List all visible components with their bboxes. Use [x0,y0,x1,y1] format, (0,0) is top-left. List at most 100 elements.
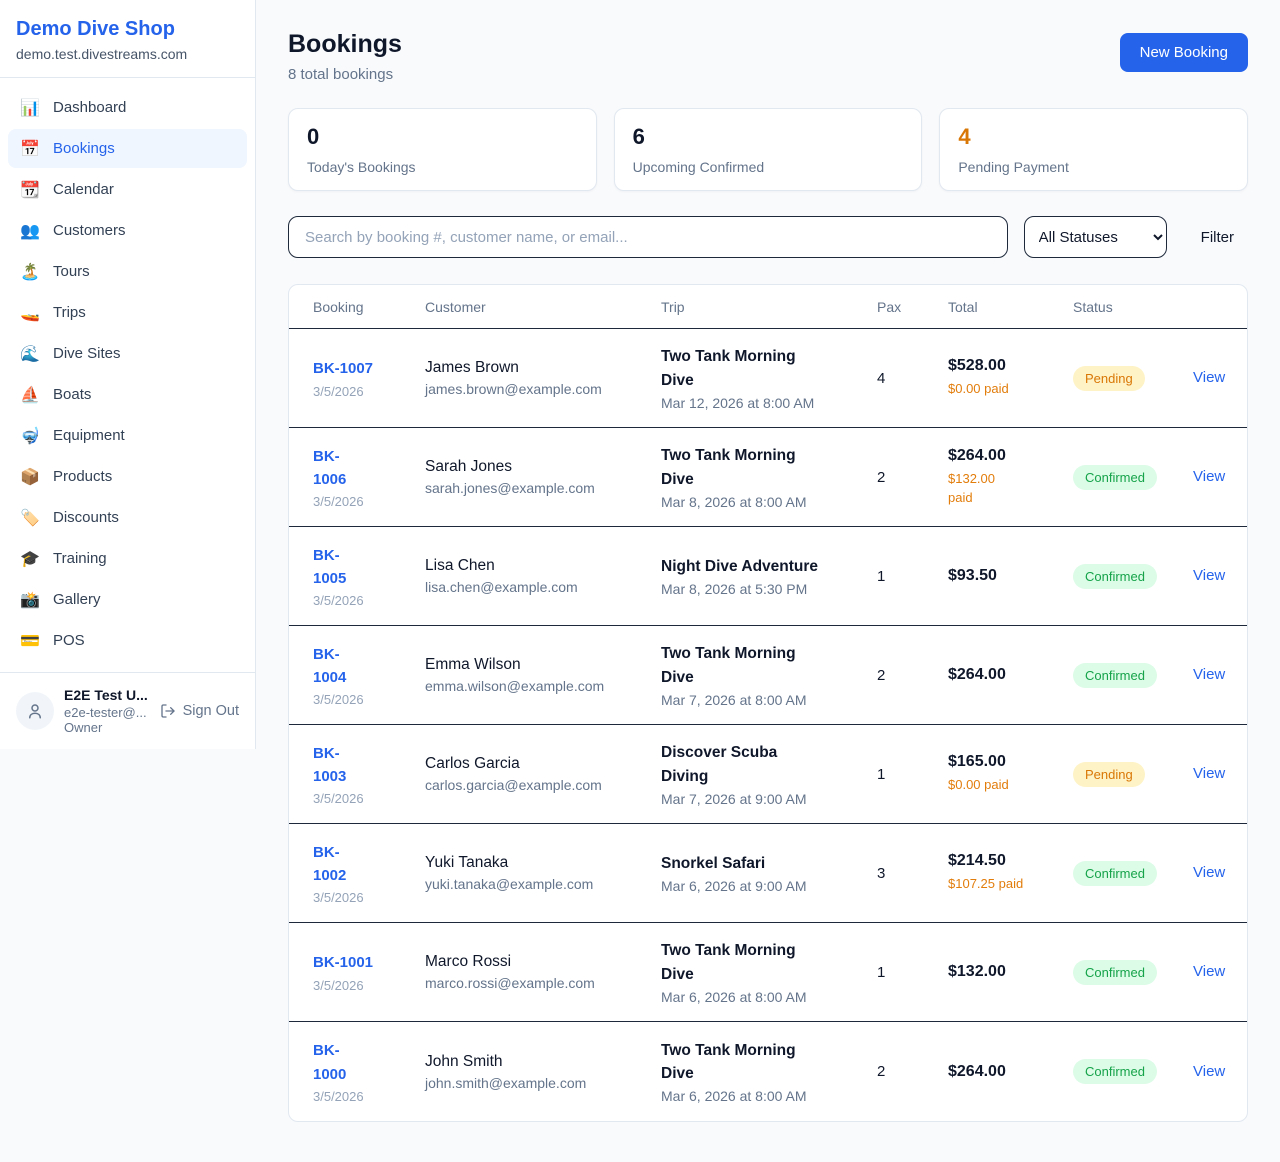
view-link[interactable]: View [1193,666,1225,683]
customer-email: sarah.jones@example.com [425,480,649,496]
nav-item-label: Training [53,550,107,567]
pax-count: 1 [877,568,948,585]
nav-item-label: Bookings [53,140,115,157]
booking-date: 3/5/2026 [313,1089,413,1104]
trip-cell: Two Tank Morning Dive Mar 8, 2026 at 8:0… [661,444,877,510]
sidebar-item-gallery[interactable]: 📸 Gallery [8,580,247,619]
total-amount: $214.50 [948,852,1061,870]
customer-email: yuki.tanaka@example.com [425,876,649,892]
total-cell: $528.00 $0.00 paid [948,357,1073,399]
person-icon [26,702,44,720]
booking-cell: BK-1007 3/5/2026 [313,357,425,398]
sidebar-item-dive-sites[interactable]: 🌊 Dive Sites [8,334,247,373]
view-cell: View [1193,765,1235,783]
booking-date: 3/5/2026 [313,494,413,509]
new-booking-button[interactable]: New Booking [1120,33,1248,72]
booking-id-link[interactable]: BK-1002 [313,841,359,888]
camera-icon: 📸 [20,590,40,609]
view-cell: View [1193,963,1235,981]
pax-count: 1 [877,766,948,783]
total-cell: $93.50 [948,567,1073,585]
page-subtitle: 8 total bookings [288,66,402,83]
sign-out-icon [160,703,176,719]
booking-id-link[interactable]: BK-1001 [313,951,373,974]
graduation-cap-icon: 🎓 [20,549,40,568]
total-cell: $214.50 $107.25 paid [948,852,1073,894]
booking-row: BK-1000 3/5/2026 John Smith john.smith@e… [289,1022,1247,1121]
trip-name: Two Tank Morning Dive [661,939,806,986]
booking-date: 3/5/2026 [313,692,413,707]
total-amount: $264.00 [948,666,1061,684]
status-cell: Confirmed [1073,465,1193,490]
nav-item-label: Discounts [53,509,119,526]
view-link[interactable]: View [1193,864,1225,881]
view-link[interactable]: View [1193,369,1225,386]
status-filter-select[interactable]: All Statuses [1024,216,1167,258]
status-badge: Confirmed [1073,465,1157,490]
column-header-trip: Trip [661,299,877,315]
booking-id-link[interactable]: BK-1003 [313,742,359,789]
page-header-text: Bookings 8 total bookings [288,30,402,83]
sign-out-button[interactable]: Sign Out [160,703,239,719]
view-cell: View [1193,1063,1235,1081]
booking-id-link[interactable]: BK-1005 [313,544,359,591]
view-cell: View [1193,666,1235,684]
view-link[interactable]: View [1193,1063,1225,1080]
sidebar-item-pos[interactable]: 💳 POS [8,621,247,660]
total-amount: $165.00 [948,753,1061,771]
sidebar-item-trips[interactable]: 🚤 Trips [8,293,247,332]
user-footer: E2E Test U... e2e-tester@... Owner Sign … [0,672,255,749]
booking-id-link[interactable]: BK-1000 [313,1039,359,1086]
status-cell: Confirmed [1073,564,1193,589]
view-link[interactable]: View [1193,963,1225,980]
nav-item-label: Dashboard [53,99,126,116]
total-cell: $264.00 [948,666,1073,684]
status-badge: Pending [1073,366,1145,391]
customer-email: marco.rossi@example.com [425,975,649,991]
sidebar-item-dashboard[interactable]: 📊 Dashboard [8,88,247,127]
people-icon: 👥 [20,221,40,240]
brand: Demo Dive Shop demo.test.divestreams.com [0,0,255,78]
total-amount: $132.00 [948,963,1061,981]
user-email: e2e-tester@... [64,705,150,720]
search-input[interactable] [288,216,1008,258]
sidebar-item-calendar[interactable]: 📆 Calendar [8,170,247,209]
status-cell: Confirmed [1073,861,1193,886]
sailboat-icon: ⛵ [20,385,40,404]
status-cell: Pending [1073,366,1193,391]
stat-value: 6 [633,124,904,150]
pax-count: 4 [877,370,948,387]
booking-row: BK-1004 3/5/2026 Emma Wilson emma.wilson… [289,626,1247,725]
sidebar-item-equipment[interactable]: 🤿 Equipment [8,416,247,455]
booking-id-link[interactable]: BK-1007 [313,357,373,380]
sidebar-item-bookings[interactable]: 📅 Bookings [8,129,247,168]
trip-datetime: Mar 7, 2026 at 9:00 AM [661,791,865,807]
view-link[interactable]: View [1193,567,1225,584]
sidebar-item-training[interactable]: 🎓 Training [8,539,247,578]
user-info: E2E Test U... e2e-tester@... Owner [64,687,150,735]
sign-out-label: Sign Out [183,703,239,719]
brand-name: Demo Dive Shop [16,18,239,41]
column-header-pax: Pax [877,299,948,315]
sidebar-nav: 📊 Dashboard 📅 Bookings 📆 Calendar 👥 Cust… [0,78,255,672]
trip-datetime: Mar 8, 2026 at 5:30 PM [661,581,865,597]
sidebar-item-tours[interactable]: 🏝️ Tours [8,252,247,291]
nav-item-label: Boats [53,386,91,403]
view-cell: View [1193,369,1235,387]
sidebar-item-products[interactable]: 📦 Products [8,457,247,496]
sidebar-item-customers[interactable]: 👥 Customers [8,211,247,250]
booking-id-link[interactable]: BK-1004 [313,643,359,690]
stat-value: 4 [958,124,1229,150]
filter-button[interactable]: Filter [1187,221,1248,254]
booking-id-link[interactable]: BK-1006 [313,445,359,492]
status-badge: Confirmed [1073,1059,1157,1084]
trip-name: Snorkel Safari [661,852,865,875]
stat-value: 0 [307,124,578,150]
customer-cell: Emma Wilson emma.wilson@example.com [425,656,661,694]
view-link[interactable]: View [1193,765,1225,782]
booking-date: 3/5/2026 [313,593,413,608]
booking-date: 3/5/2026 [313,384,413,399]
sidebar-item-boats[interactable]: ⛵ Boats [8,375,247,414]
sidebar-item-discounts[interactable]: 🏷️ Discounts [8,498,247,537]
view-link[interactable]: View [1193,468,1225,485]
